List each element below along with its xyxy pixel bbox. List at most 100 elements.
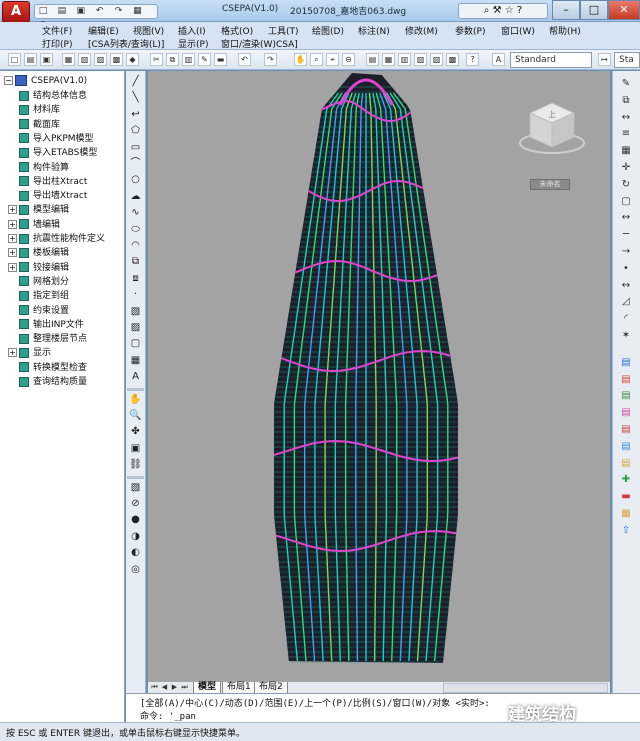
csa-table-icon[interactable]: ▦ <box>618 507 634 521</box>
cut-icon[interactable]: ✂ <box>150 53 163 66</box>
zoom-previous-icon[interactable]: ⊖ <box>342 53 355 66</box>
expand-icon[interactable]: + <box>8 234 17 243</box>
first-tab-icon[interactable]: ⏮ <box>150 682 159 693</box>
design-center-icon[interactable]: ▦ <box>382 53 395 66</box>
tree-item[interactable]: 结构总体信息 <box>8 88 87 101</box>
menu-insert[interactable]: 插入(I) <box>178 24 206 37</box>
zoom-realtime-icon[interactable]: ⌕ <box>310 53 323 66</box>
close-button[interactable]: ✕ <box>608 0 640 20</box>
save-icon[interactable]: ▣ <box>74 5 88 18</box>
menu-display[interactable]: 显示(P) <box>178 37 208 50</box>
table-icon[interactable]: ▦ <box>128 354 143 368</box>
layer-icon[interactable]: ▧ <box>128 481 143 495</box>
rotate-icon[interactable]: ↻ <box>618 178 634 192</box>
rectangle-icon[interactable]: ▭ <box>128 141 143 155</box>
menu-print[interactable]: 打印(P) <box>42 37 72 50</box>
point-icon[interactable]: · <box>128 288 143 302</box>
minimize-button[interactable]: – <box>552 0 580 20</box>
scale-icon[interactable]: ▢ <box>618 195 634 209</box>
ellipse-icon[interactable]: ⬭ <box>128 223 143 237</box>
erase-icon[interactable]: ✎ <box>618 77 634 91</box>
csa-column-icon[interactable]: ▤ <box>618 389 634 403</box>
tree-item[interactable]: 截面库 <box>8 117 60 130</box>
app-menu-button[interactable]: A <box>2 1 30 23</box>
help-icon[interactable]: ? <box>466 53 479 66</box>
pan-icon[interactable]: ✋ <box>294 53 307 66</box>
break-icon[interactable]: • <box>618 262 634 276</box>
csa-add-icon[interactable]: ✚ <box>618 473 634 487</box>
viewcube[interactable]: 上 <box>516 91 588 163</box>
orbit-icon[interactable]: ✤ <box>128 425 143 439</box>
menu-parameters[interactable]: 参数(P) <box>455 24 485 37</box>
zoom-window-icon[interactable]: ⌖ <box>326 53 339 66</box>
properties-icon[interactable]: ◎ <box>128 563 143 577</box>
ellipse-arc-icon[interactable]: ◠ <box>128 239 143 253</box>
csa-export-icon[interactable]: ⇧ <box>618 524 634 538</box>
calculator-icon[interactable]: ▩ <box>446 53 459 66</box>
menu-dimension[interactable]: 标注(N) <box>358 24 390 37</box>
collapse-icon[interactable]: − <box>4 76 13 85</box>
match-properties-icon[interactable]: ✎ <box>198 53 211 66</box>
dim-style-select[interactable]: Sta <box>614 52 640 68</box>
print-preview-icon[interactable]: ▧ <box>78 53 91 66</box>
csa-brace-icon[interactable]: ▤ <box>618 440 634 454</box>
gradient-icon[interactable]: ▨ <box>128 321 143 335</box>
sphere-icon[interactable]: ● <box>128 513 143 527</box>
render-icon[interactable]: ◐ <box>128 546 143 560</box>
visual-style-icon[interactable]: ⊘ <box>128 497 143 511</box>
print-icon[interactable]: ▦ <box>130 5 144 18</box>
sheet-set-icon[interactable]: ▧ <box>414 53 427 66</box>
tree-item[interactable]: 指定到组 <box>8 288 69 301</box>
extend-icon[interactable]: → <box>618 245 634 259</box>
tree-item[interactable]: + 显示 <box>8 345 51 358</box>
tree-item[interactable]: 输出INP文件 <box>8 317 84 330</box>
hatch-icon[interactable]: ▧ <box>128 305 143 319</box>
csa-grid-icon[interactable]: ▤ <box>618 457 634 471</box>
redo-icon[interactable]: ↷ <box>112 5 126 18</box>
copy-icon[interactable]: ⧉ <box>166 53 179 66</box>
block-editor-icon[interactable]: ▬ <box>214 53 227 66</box>
next-tab-icon[interactable]: ▶ <box>170 682 179 693</box>
menu-help[interactable]: 帮助(H) <box>549 24 581 37</box>
zoom-window-icon[interactable]: ▣ <box>128 442 143 456</box>
expand-icon[interactable]: + <box>8 262 17 272</box>
previous-tab-icon[interactable]: ◀ <box>160 682 169 693</box>
save-icon[interactable]: ▣ <box>40 53 53 66</box>
menu-window[interactable]: 窗口(W) <box>501 24 535 37</box>
new-icon[interactable]: □ <box>36 5 50 18</box>
command-prompt[interactable]: 命令: '_pan <box>140 709 196 722</box>
new-icon[interactable]: □ <box>8 53 21 66</box>
csa-remove-icon[interactable]: ▬ <box>618 490 634 504</box>
make-block-icon[interactable]: ⧈ <box>128 272 143 286</box>
multiline-text-icon[interactable]: A <box>128 370 143 384</box>
pan-icon[interactable]: ✋ <box>128 393 143 407</box>
last-tab-icon[interactable]: ⏭ <box>180 682 189 693</box>
chamfer-icon[interactable]: ◿ <box>618 295 634 309</box>
tree-item[interactable]: 整理楼层节点 <box>8 331 87 344</box>
tree-item[interactable]: 约束设置 <box>8 303 69 316</box>
expand-icon[interactable]: + <box>8 219 17 229</box>
fillet-icon[interactable]: ◜ <box>618 312 634 326</box>
tool-palettes-icon[interactable]: ▥ <box>398 53 411 66</box>
tools-icon[interactable]: ⚒ <box>493 5 502 16</box>
tree-item[interactable]: + 模型编辑 <box>8 202 69 215</box>
mirror-icon[interactable]: ↔ <box>618 111 634 125</box>
tree-item[interactable]: 材料库 <box>8 102 60 115</box>
zoom-icon[interactable]: 🔍 <box>128 409 143 423</box>
maximize-button[interactable]: □ <box>580 0 608 20</box>
construction-line-icon[interactable]: ╲ <box>128 91 143 105</box>
csa-wall-icon[interactable]: ▤ <box>618 406 634 420</box>
tree-item[interactable]: 构件验算 <box>8 160 69 173</box>
menu-csa-list-query[interactable]: [CSA列表/查询(L)] <box>88 37 164 50</box>
menu-edit[interactable]: 编辑(E) <box>88 24 119 37</box>
3d-print-icon[interactable]: ◆ <box>126 53 139 66</box>
array-icon[interactable]: ▦ <box>618 144 634 158</box>
menu-draw[interactable]: 绘图(D) <box>312 24 344 37</box>
plot-icon[interactable]: ▩ <box>110 53 123 66</box>
walk-icon[interactable]: ⛓ <box>128 458 143 472</box>
trim-icon[interactable]: ─ <box>618 228 634 242</box>
tree-item[interactable]: + 楼板编辑 <box>8 245 69 258</box>
expand-icon[interactable]: + <box>8 205 17 215</box>
tree-item[interactable]: 转换模型检查 <box>8 360 87 373</box>
menu-view[interactable]: 视图(V) <box>133 24 164 37</box>
